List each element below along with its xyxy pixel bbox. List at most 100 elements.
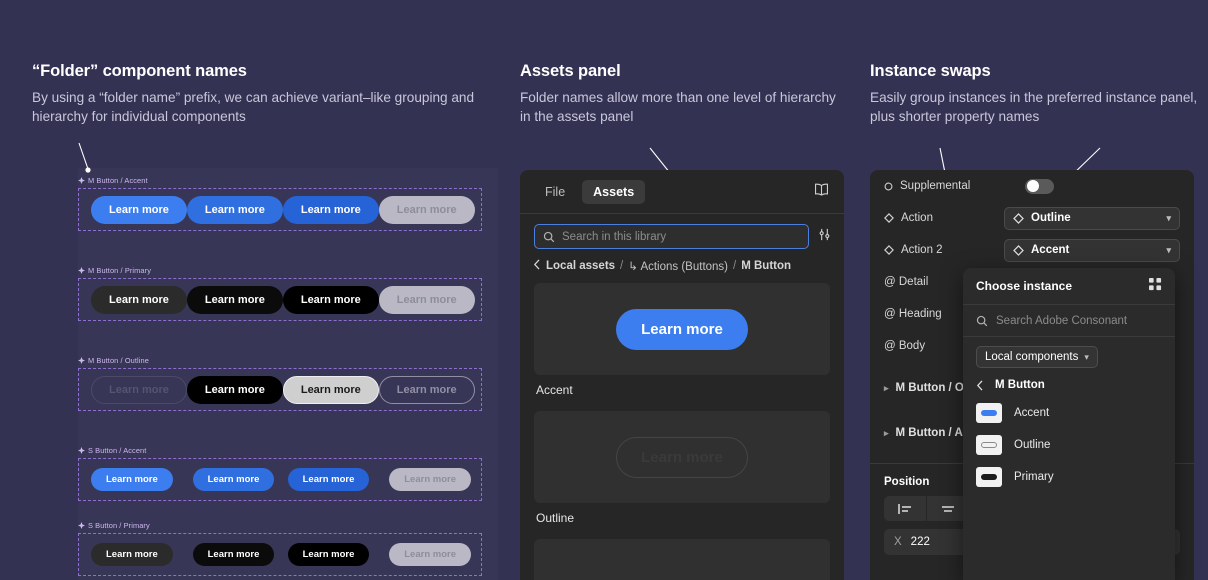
book-icon[interactable] <box>813 182 830 202</box>
learn-more-button[interactable]: Learn more <box>282 285 379 314</box>
component-slot: Learn more <box>79 468 186 491</box>
breadcrumb: Local assets / ↳ Actions (Buttons) / M B… <box>520 255 844 283</box>
component-group-name: M Button / Outline <box>88 356 149 365</box>
component-group-label[interactable]: M Button / Outline <box>78 356 482 365</box>
instance-thumbnail <box>976 435 1002 455</box>
component-group-label[interactable]: S Button / Accent <box>78 446 482 455</box>
learn-more-button[interactable]: Learn more <box>287 543 370 566</box>
layer-name: M Button / Ac <box>895 427 970 439</box>
learn-more-button[interactable]: Learn more <box>389 543 471 566</box>
breadcrumb-sep: / <box>620 260 624 272</box>
learn-more-button[interactable]: Learn more <box>389 468 471 491</box>
learn-more-button[interactable]: Learn more <box>91 543 173 566</box>
asset-card-label: Outline <box>536 511 575 525</box>
component-group-label[interactable]: M Button / Primary <box>78 266 482 275</box>
breadcrumb-root[interactable]: Local assets <box>546 260 615 272</box>
breadcrumb-mid[interactable]: ↳ Actions (Buttons) <box>628 259 728 273</box>
instance-list-item[interactable]: Primary <box>963 461 1175 493</box>
search-placeholder: Search in this library <box>562 230 667 243</box>
chevron-down-icon: ▾ <box>1084 351 1089 362</box>
action-dropdown-value: Outline <box>1031 212 1071 224</box>
component-slot: Learn more <box>186 468 281 491</box>
property-label: Supplemental <box>884 180 996 192</box>
learn-more-button[interactable]: Learn more <box>91 375 187 404</box>
assets-card-list: Learn more Accent Learn more Outline x <box>520 283 844 580</box>
learn-more-button[interactable]: Learn more <box>378 375 475 404</box>
learn-more-button[interactable]: Learn more <box>378 195 475 224</box>
component-group-name: M Button / Accent <box>88 176 148 185</box>
instance-list-item[interactable]: Outline <box>963 429 1175 461</box>
annotation-title: Instance swaps <box>870 62 991 80</box>
component-group-frame: Learn more Learn more Learn more Learn more <box>78 368 482 411</box>
component-group-name: S Button / Accent <box>88 446 147 455</box>
action-2-dropdown-value: Accent <box>1031 244 1070 256</box>
component-slot: Learn more <box>376 468 481 491</box>
component-group-frame: Learn more Learn more Learn more Learn more <box>78 533 482 576</box>
grid-view-icon[interactable] <box>1149 278 1162 294</box>
component-diamond-icon <box>78 267 85 274</box>
learn-more-button[interactable]: Learn more <box>186 195 283 224</box>
instance-list-item[interactable]: Accent <box>963 397 1175 429</box>
learn-more-button[interactable]: Learn more <box>192 543 275 566</box>
popup-search-input[interactable]: Search Adobe Consonant <box>963 304 1175 337</box>
assets-tabbar: File Assets <box>520 170 844 214</box>
component-group-frame: Learn more Learn more Learn more Learn more <box>78 458 482 501</box>
property-label: Action 2 <box>884 244 996 256</box>
learn-more-button[interactable]: Learn more <box>186 285 283 314</box>
property-name-text: Action 2 <box>901 244 943 256</box>
property-row-supplemental: Supplemental <box>870 170 1194 202</box>
component-diamond-icon <box>78 522 85 529</box>
learn-more-button[interactable]: Learn more <box>192 468 275 491</box>
breadcrumb-current: M Button <box>741 260 792 272</box>
learn-more-button[interactable]: Learn more <box>91 195 187 224</box>
diamond-icon <box>1013 212 1024 224</box>
learn-more-button[interactable]: Learn more <box>91 468 173 491</box>
learn-more-button[interactable]: Learn more <box>282 195 379 224</box>
learn-more-button[interactable]: Learn more <box>91 285 187 314</box>
component-group-label[interactable]: M Button / Accent <box>78 176 482 185</box>
asset-card-partial[interactable]: x <box>534 539 830 580</box>
component-group: M Button / Accent Learn more Learn more Lea… <box>78 176 482 231</box>
component-group-frame: Learn more Learn more Learn more Learn more <box>78 278 482 321</box>
component-slot: Learn more <box>79 195 187 224</box>
property-name-text: Action <box>901 212 933 224</box>
action-dropdown[interactable]: Outline ▾ <box>1004 206 1180 230</box>
annotation-assets-panel: Assets panel Folder names allow more tha… <box>520 62 840 126</box>
component-diamond-icon <box>78 447 85 454</box>
search-input[interactable]: Search in this library <box>534 224 809 249</box>
supplemental-toggle[interactable] <box>1025 178 1054 194</box>
component-slot: Learn more <box>281 468 376 491</box>
property-row-action: Action Outline ▾ <box>870 202 1194 234</box>
learn-more-button[interactable]: Learn more <box>186 375 283 404</box>
component-slot: Learn more <box>186 543 281 566</box>
annotation-body: By using a “folder name” prefix, we can … <box>32 90 475 124</box>
component-slot: Learn more <box>186 375 283 404</box>
learn-more-button[interactable]: Learn more <box>282 375 379 404</box>
filter-sliders-icon[interactable] <box>817 227 832 247</box>
learn-more-button[interactable]: Learn more <box>287 468 370 491</box>
tab-assets[interactable]: Assets <box>582 179 646 204</box>
learn-more-button[interactable]: Learn more <box>378 285 475 314</box>
chevron-down-icon: ▾ <box>1166 212 1171 223</box>
component-group-label[interactable]: S Button / Primary <box>78 521 482 530</box>
popup-title: Choose instance <box>976 279 1073 293</box>
popup-back-row[interactable]: M Button <box>963 368 1175 397</box>
instance-name: Accent <box>1014 407 1050 419</box>
source-select[interactable]: Local components ▾ <box>976 346 1098 368</box>
align-left-icon[interactable] <box>884 496 926 521</box>
layer-name: M Button / Ou <box>895 382 971 394</box>
component-group-name: S Button / Primary <box>88 521 150 530</box>
component-slot: Learn more <box>282 195 379 224</box>
chevron-right-icon: ▸ <box>884 427 889 438</box>
component-group: S Button / Primary Learn more Learn more Le… <box>78 521 482 576</box>
instance-thumbnail-pill <box>981 442 997 448</box>
breadcrumb-back-icon[interactable] <box>533 259 541 273</box>
diamond-icon <box>884 245 894 255</box>
asset-card-outline[interactable]: Learn more <box>534 411 830 503</box>
component-slot: Learn more <box>378 195 485 224</box>
action-2-dropdown[interactable]: Accent ▾ <box>1004 238 1180 262</box>
tab-file[interactable]: File <box>534 180 576 204</box>
asset-card-accent[interactable]: Learn more <box>534 283 830 375</box>
source-select-value: Local components <box>985 351 1079 363</box>
component-slot: Learn more <box>79 543 186 566</box>
